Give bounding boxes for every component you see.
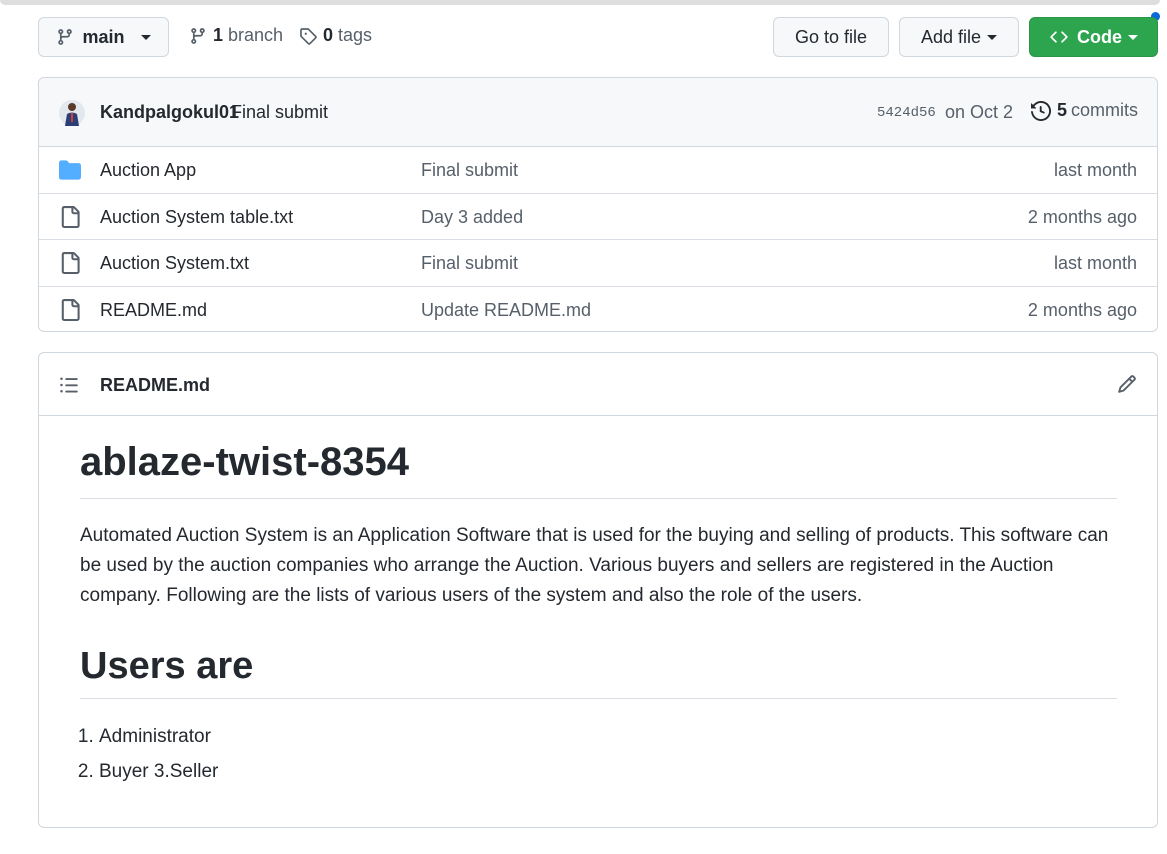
readme-subheading: Users are: [80, 642, 1117, 699]
code-icon: [1050, 31, 1068, 43]
commit-message[interactable]: Final submit: [231, 102, 328, 123]
git-branch-icon: [191, 27, 205, 44]
file-row-auction-system[interactable]: Auction System.txt Final submit last mon…: [39, 240, 1157, 287]
readme-filename[interactable]: README.md: [100, 375, 210, 396]
readme-content: ablaze-twist-8354 Automated Auction Syst…: [80, 416, 1117, 789]
commit-author[interactable]: Kandpalgokul01: [100, 102, 239, 123]
latest-commit-bar: Kandpalgokul01 Final submit 5424d56 on O…: [39, 78, 1157, 147]
code-button[interactable]: Code: [1029, 17, 1158, 57]
history-icon: [1031, 100, 1051, 121]
commit-date: on Oct 2: [945, 102, 1014, 122]
add-file-label: Add file: [920, 26, 982, 47]
tag-word: tags: [338, 25, 373, 45]
file-name[interactable]: Auction App: [100, 160, 196, 181]
go-to-file-button[interactable]: Go to file: [773, 17, 889, 57]
pencil-icon[interactable]: [1117, 374, 1137, 394]
folder-icon: [59, 160, 81, 180]
file-list: Kandpalgokul01 Final submit 5424d56 on O…: [38, 77, 1158, 332]
commits-link[interactable]: 5 commits: [1031, 100, 1138, 121]
file-icon: [61, 252, 80, 274]
file-age: last month: [1053, 253, 1137, 273]
browser-top-strip: [0, 0, 1167, 21]
file-row-auction-app[interactable]: Auction App Final submit last month: [39, 147, 1157, 194]
file-name[interactable]: README.md: [100, 300, 207, 321]
readme-heading: ablaze-twist-8354: [80, 438, 1117, 499]
chevron-down-icon: [1128, 34, 1138, 40]
tag-count: 0: [323, 25, 334, 45]
chevron-down-icon: [140, 34, 151, 40]
file-name[interactable]: Auction System table.txt: [100, 207, 293, 228]
file-age: last month: [1053, 160, 1137, 180]
scroll-strip: [0, 0, 1160, 5]
file-commit-message[interactable]: Day 3 added: [421, 207, 523, 228]
tags-link[interactable]: 0 tags: [299, 25, 372, 46]
commit-sha[interactable]: 5424d56: [877, 105, 936, 121]
list-item: Administrator: [99, 719, 1117, 754]
chevron-down-icon: [987, 34, 998, 40]
tag-icon: [300, 27, 317, 45]
file-icon: [61, 298, 80, 321]
branch-count: 1: [213, 25, 224, 45]
branch-select-button[interactable]: main: [38, 17, 169, 57]
code-label: Code: [1077, 26, 1122, 47]
go-to-file-label: Go to file: [794, 26, 868, 47]
file-commit-message[interactable]: Final submit: [421, 160, 518, 181]
file-age: 2 months ago: [1027, 206, 1137, 227]
readme-header: README.md: [39, 353, 1157, 416]
avatar[interactable]: [59, 98, 85, 128]
users-list: Administrator Buyer 3.Seller: [80, 719, 1117, 789]
list-unordered-icon[interactable]: [59, 375, 79, 395]
git-branch-icon: [58, 29, 73, 45]
file-row-auction-system-table[interactable]: Auction System table.txt Day 3 added 2 m…: [39, 194, 1157, 240]
commit-count-word: commits: [1071, 100, 1139, 120]
file-commit-message[interactable]: Update README.md: [421, 300, 591, 321]
add-file-button[interactable]: Add file: [899, 17, 1019, 57]
file-row-readme[interactable]: README.md Update README.md 2 months ago: [39, 287, 1157, 332]
file-icon: [61, 205, 80, 228]
readme-paragraph: Automated Auction System is an Applicati…: [80, 525, 1109, 606]
file-name[interactable]: Auction System.txt: [100, 253, 249, 274]
list-item: Buyer 3.Seller: [99, 754, 1117, 789]
branch-label: main: [82, 26, 125, 47]
file-commit-message[interactable]: Final submit: [421, 253, 518, 274]
branches-link[interactable]: 1 branch: [189, 25, 283, 46]
readme-panel: README.md ablaze-twist-8354 Automated Au…: [38, 352, 1158, 828]
commit-count: 5: [1057, 100, 1068, 120]
file-age: 2 months ago: [1027, 299, 1137, 320]
branch-word: branch: [228, 25, 284, 45]
